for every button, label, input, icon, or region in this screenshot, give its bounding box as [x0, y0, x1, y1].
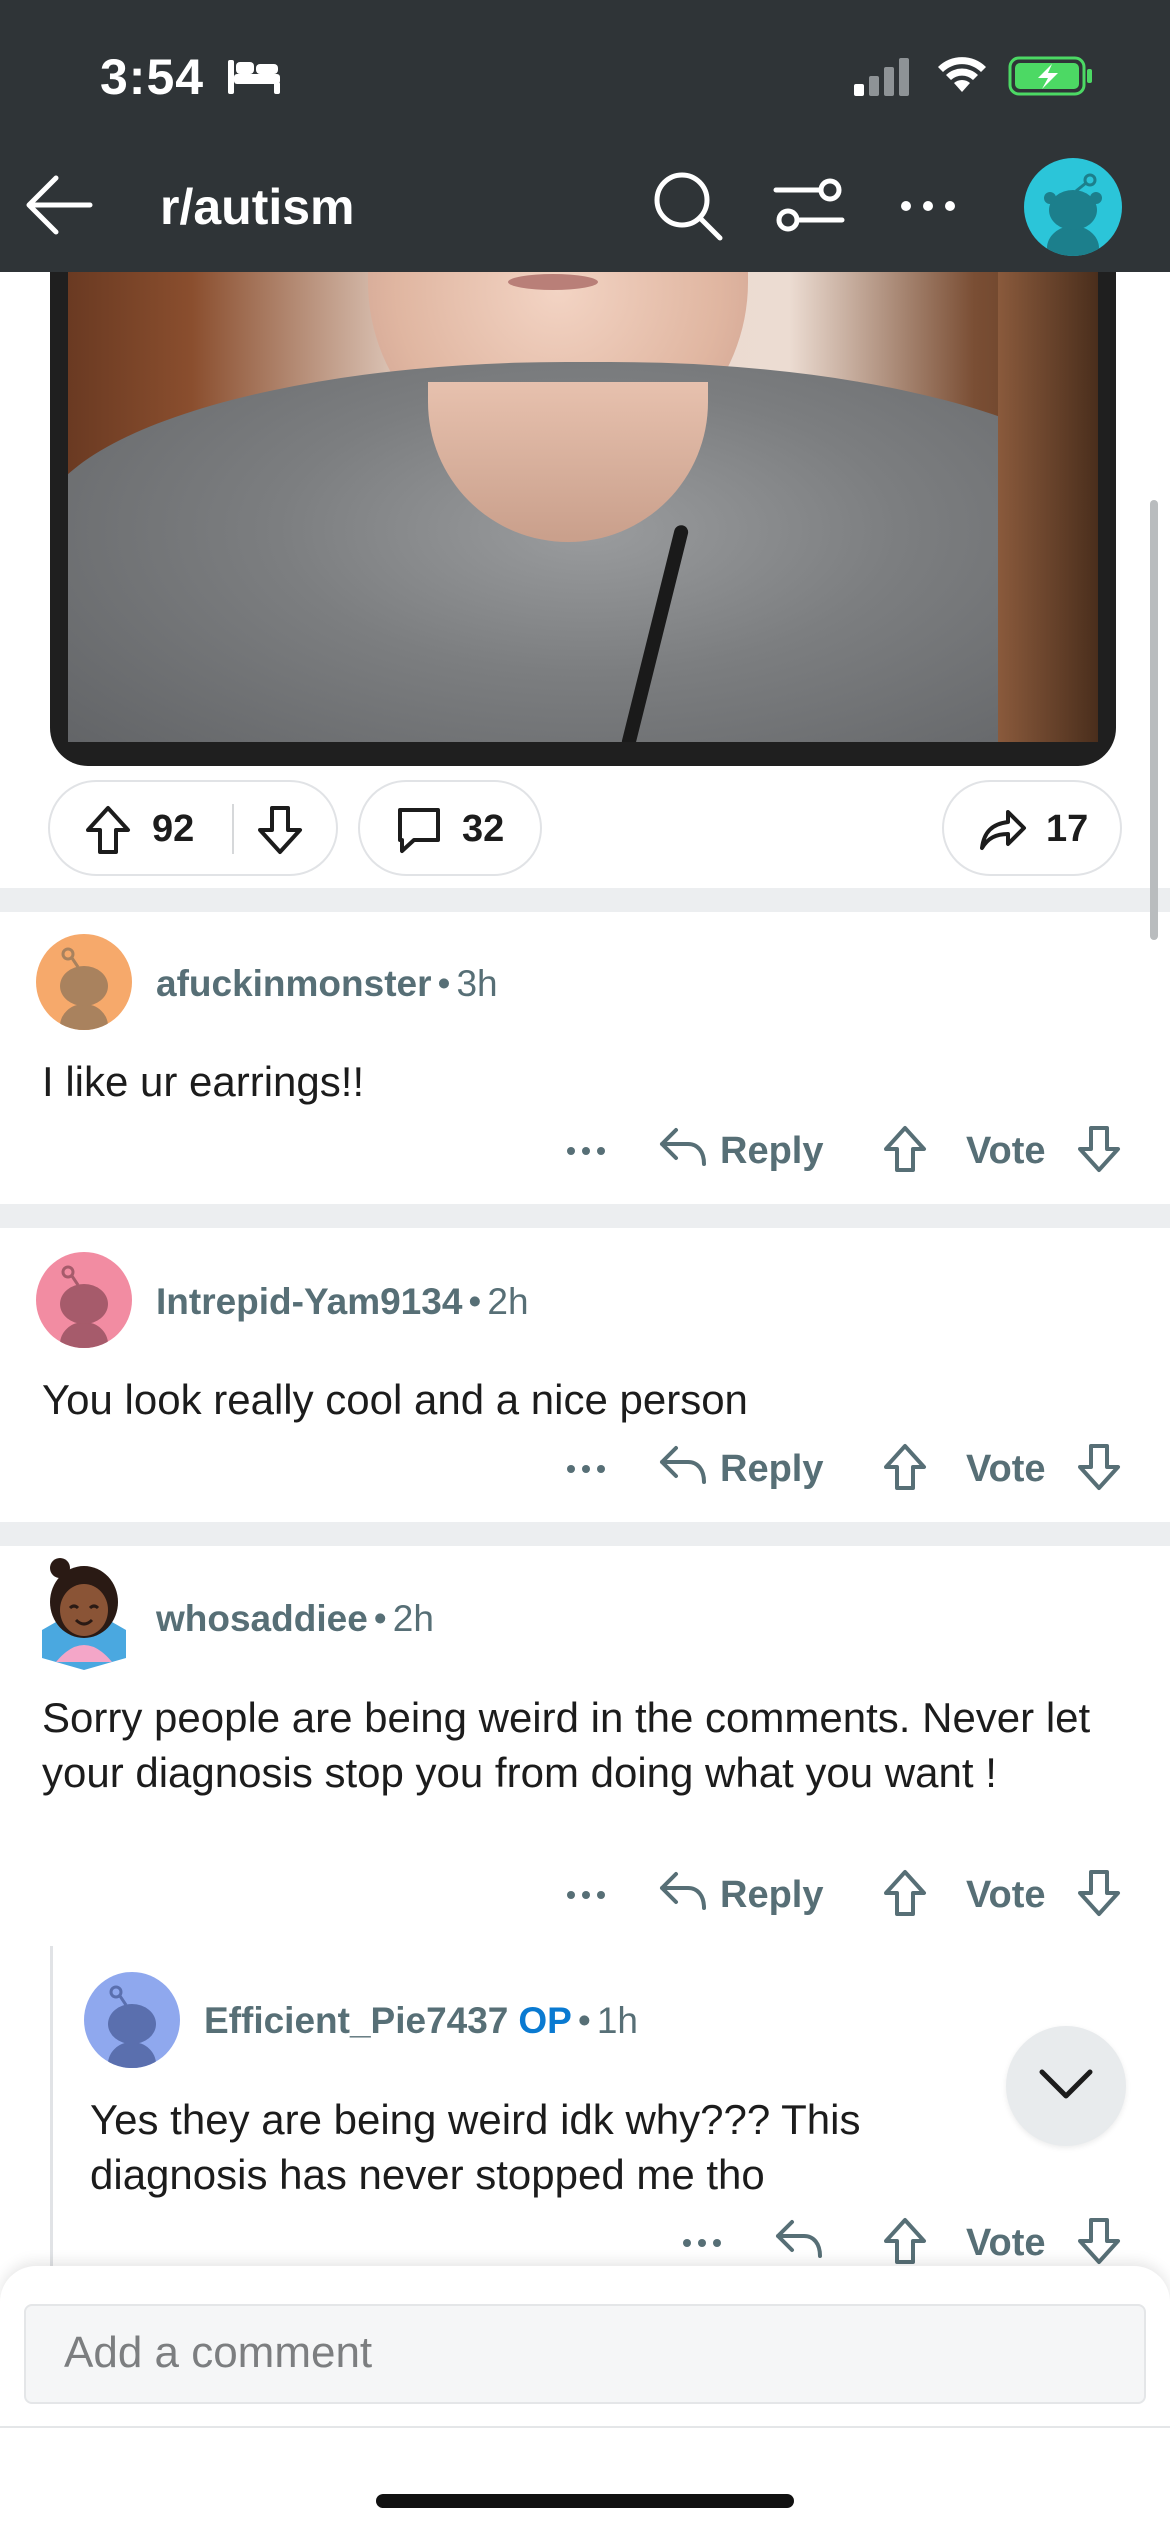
more-options-icon[interactable]	[682, 2238, 722, 2248]
comment-text: I like ur earrings!!	[42, 1058, 365, 1105]
comment-composer: Add a comment	[0, 2266, 1170, 2532]
section-divider	[0, 1522, 1170, 1546]
comment-bubble-icon	[398, 808, 440, 853]
top-bar: 3:54 r/autism	[0, 0, 1170, 272]
cellular-signal-icon	[854, 58, 909, 96]
reply-button[interactable]: Reply	[720, 1874, 823, 1917]
comment-age: 3h	[456, 963, 498, 1004]
vote-separator	[232, 804, 234, 854]
snoo-avatar-icon	[60, 947, 108, 1030]
comment-username[interactable]: afuckinmonster	[156, 963, 432, 1004]
post-image[interactable]	[50, 272, 1116, 766]
snoo-avatar-icon	[108, 1985, 156, 2068]
comment-meta: afuckinmonster • 3h	[156, 963, 498, 1005]
snoo-avatar-icon	[60, 1265, 108, 1348]
custom-avatar-icon	[42, 1558, 126, 1670]
comment-actions: Vote	[0, 2212, 1170, 2272]
reply-icon[interactable]	[658, 1124, 708, 1170]
upvote-count: 92	[152, 808, 195, 850]
comment-username[interactable]: Efficient_Pie7437	[204, 2000, 508, 2041]
comment-username[interactable]: Intrepid-Yam9134	[156, 1281, 462, 1322]
upvote-icon[interactable]	[882, 1868, 928, 1918]
comments-button[interactable]: 32	[358, 780, 542, 876]
meta-separator: •	[577, 2000, 591, 2041]
reply-button[interactable]: Reply	[720, 1130, 823, 1173]
search-icon[interactable]	[650, 168, 726, 244]
comment-meta: whosaddiee • 2h	[156, 1598, 434, 1640]
post-photo	[68, 272, 1098, 742]
comment-avatar[interactable]	[36, 1558, 132, 1670]
comment-count: 32	[462, 808, 505, 850]
sort-filter-icon[interactable]	[772, 176, 846, 236]
meta-separator: •	[373, 1598, 387, 1639]
wifi-icon	[938, 57, 986, 92]
reply-icon[interactable]	[774, 2216, 824, 2262]
upvote-icon[interactable]	[882, 1442, 928, 1492]
bed-icon	[228, 60, 280, 94]
meta-separator: •	[468, 1281, 482, 1322]
vote-label: Vote	[966, 1130, 1046, 1172]
reply-icon[interactable]	[658, 1442, 708, 1488]
comment-meta: Intrepid-Yam9134 • 2h	[156, 1281, 529, 1323]
meta-separator: •	[437, 963, 451, 1004]
comment-actions: Reply Vote	[0, 1438, 1170, 1498]
comment-avatar[interactable]	[36, 934, 132, 1030]
add-comment-input[interactable]: Add a comment	[24, 2304, 1146, 2404]
share-arrow-icon	[980, 810, 1026, 850]
more-options-icon[interactable]	[566, 1146, 606, 1156]
user-avatar[interactable]	[1024, 158, 1122, 256]
downvote-icon[interactable]	[256, 804, 304, 856]
share-count: 17	[1046, 808, 1089, 850]
vote-label: Vote	[966, 1874, 1046, 1916]
composer-divider	[0, 2426, 1170, 2428]
more-options-icon[interactable]	[898, 198, 958, 214]
downvote-icon[interactable]	[1076, 1868, 1122, 1918]
upvote-icon[interactable]	[882, 1124, 928, 1174]
reply-button[interactable]: Reply	[720, 1448, 823, 1491]
chevron-down-icon	[1039, 2069, 1093, 2099]
section-divider	[0, 1204, 1170, 1228]
comment-actions: Reply Vote	[0, 1120, 1170, 1180]
back-arrow-icon[interactable]	[22, 170, 96, 240]
more-options-icon[interactable]	[566, 1464, 606, 1474]
comment-avatar[interactable]	[84, 1972, 180, 2068]
home-indicator[interactable]	[376, 2494, 794, 2508]
more-options-icon[interactable]	[566, 1890, 606, 1900]
comment-text: Yes they are being weird idk why??? This…	[90, 2096, 861, 2198]
op-badge: OP	[518, 2000, 572, 2041]
snoo-avatar-icon	[1044, 173, 1102, 256]
next-comment-button[interactable]	[1006, 2026, 1126, 2146]
comment-age: 1h	[596, 2000, 638, 2041]
comment-username[interactable]: whosaddiee	[156, 1598, 368, 1639]
status-time: 3:54	[100, 49, 205, 105]
downvote-icon[interactable]	[1076, 1124, 1122, 1174]
downvote-icon[interactable]	[1076, 2216, 1122, 2266]
downvote-icon[interactable]	[1076, 1442, 1122, 1492]
vote-label: Vote	[966, 2222, 1046, 2264]
comment-age: 2h	[487, 1281, 529, 1322]
subreddit-title[interactable]: r/autism	[160, 178, 355, 236]
comment-avatar[interactable]	[36, 1252, 132, 1348]
share-button[interactable]: 17	[942, 780, 1122, 876]
post-vote-control: 92	[48, 780, 338, 876]
comment-text: Sorry people are being weird in the comm…	[42, 1694, 1091, 1796]
battery-charging-icon	[1008, 56, 1092, 96]
vote-label: Vote	[966, 1448, 1046, 1490]
section-divider	[0, 888, 1170, 912]
comment-actions: Reply Vote	[0, 1864, 1170, 1924]
comment-age: 2h	[392, 1598, 434, 1639]
upvote-icon[interactable]	[882, 2216, 928, 2266]
comment-text: You look really cool and a nice person	[42, 1376, 748, 1423]
reply-icon[interactable]	[658, 1868, 708, 1914]
comment-meta: Efficient_Pie7437 OP • 1h	[204, 2000, 638, 2042]
scrollbar[interactable]	[1150, 500, 1158, 940]
upvote-icon[interactable]	[84, 804, 132, 856]
